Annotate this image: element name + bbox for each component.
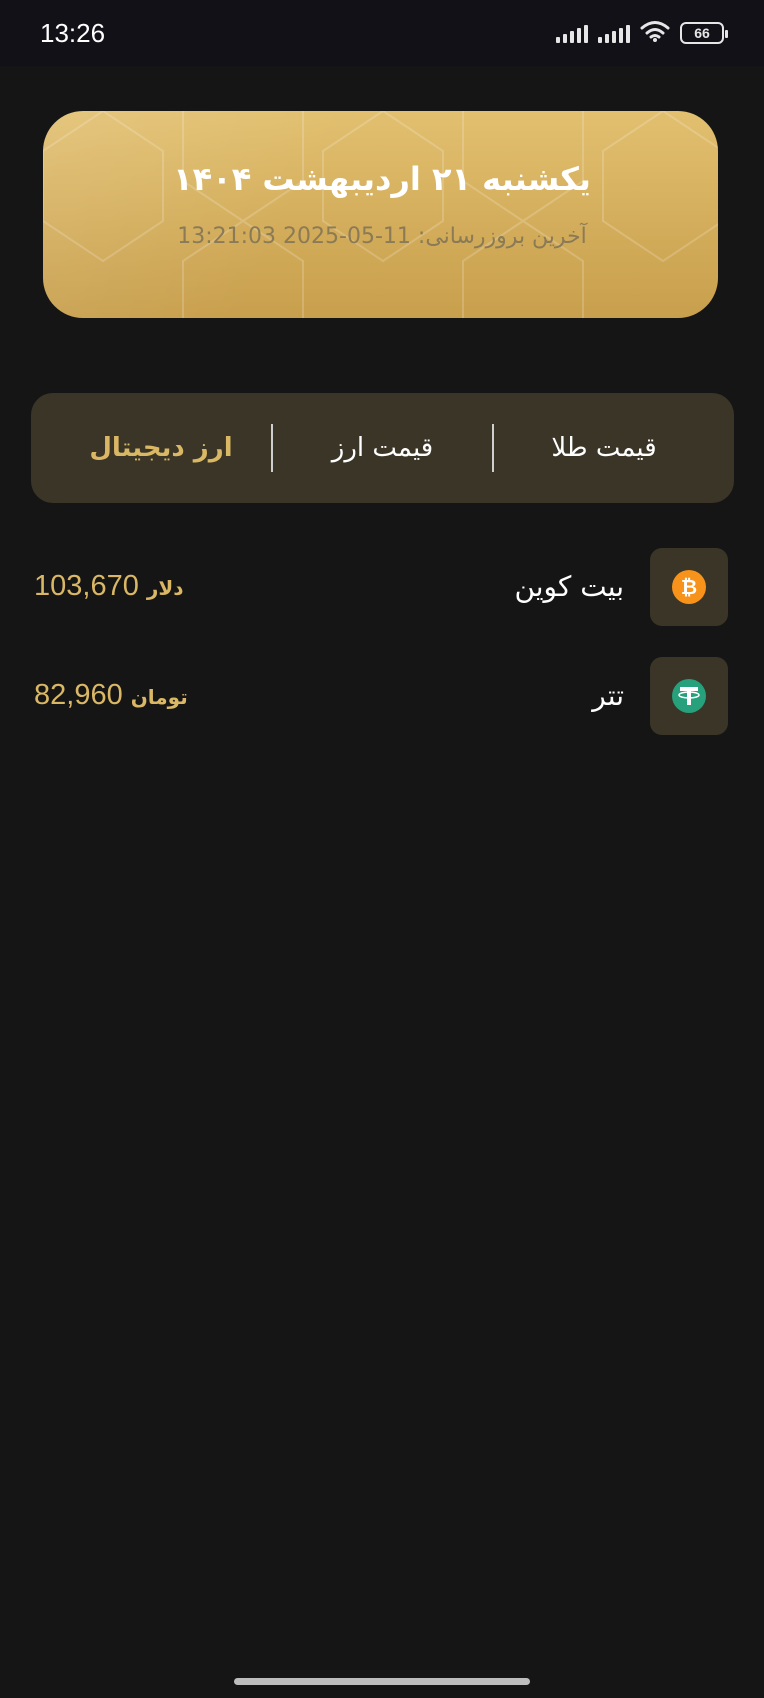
status-time: 13:26 [40,17,106,48]
signal-icon [556,23,588,43]
tether-icon [672,679,706,713]
coin-name: تتر [592,679,624,712]
coin-price: 82,960 [34,679,123,711]
bitcoin-icon: ₿ [672,570,706,604]
last-update-label: آخرین بروزرسانی: [417,224,587,249]
battery-icon: 66 [680,22,728,44]
date-title: یکشنبه ۲۱ اردیبهشت ۱۴۰۴ [173,160,591,198]
list-item-tether[interactable]: تتر 82,960 تومان [0,657,764,737]
status-bar: 13:26 66 [0,0,764,66]
price-group: 82,960 تومان [34,679,188,712]
price-unit: تومان [130,685,188,709]
category-tabs: قیمت طلا قیمت ارز ارز دیجیتال [31,393,734,503]
tab-divider [492,424,495,472]
card-pattern [43,111,718,318]
coin-price: 103,670 [34,570,139,602]
coin-name: بیت کوین [514,570,624,603]
home-indicator[interactable] [234,1678,530,1685]
price-unit: دلار [146,576,184,600]
battery-level: 66 [694,25,710,41]
list-item-bitcoin[interactable]: ₿ بیت کوین 103,670 دلار [0,548,764,628]
coin-icon-box: ₿ [650,548,728,626]
status-icons: 66 [556,20,728,46]
date-card [43,111,718,318]
tab-gold-price[interactable]: قیمت طلا [514,433,694,463]
last-update-line: آخرین بروزرسانی: 11-05-2025 13:21:03 [0,224,764,249]
svg-text:₿: ₿ [681,575,697,599]
signal-icon [598,23,630,43]
tab-divider [270,424,273,472]
tab-digital-currency[interactable]: ارز دیجیتال [71,433,251,463]
wifi-icon [640,20,670,46]
last-update-value: 11-05-2025 13:21:03 [177,224,411,249]
price-group: 103,670 دلار [34,570,184,603]
coin-icon-box [650,657,728,735]
tab-currency-price[interactable]: قیمت ارز [293,433,473,463]
app-screen: 13:26 66 یکشنبه ۲۱ اردیبهشت ۱۴۰۴ آخرین ب… [0,0,764,1698]
